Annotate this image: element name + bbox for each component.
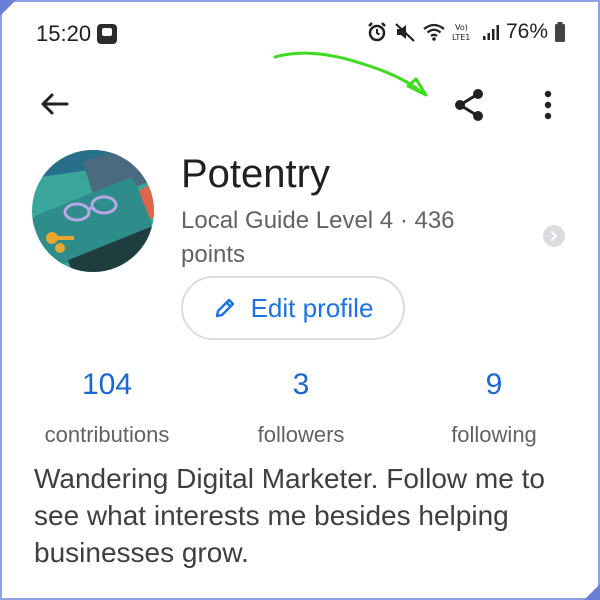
edit-profile-label: Edit profile <box>250 292 374 323</box>
chevron-right-icon <box>551 231 558 241</box>
avatar[interactable] <box>32 150 154 272</box>
corner-marker-bottom-right <box>584 584 600 600</box>
alarm-icon <box>366 21 388 43</box>
volte-icon: Vo) LTE1 <box>452 21 476 43</box>
share-button[interactable] <box>446 82 492 128</box>
stat-value: 9 <box>485 368 503 401</box>
stat-label: following <box>451 422 537 447</box>
guide-level-chevron-button[interactable] <box>543 225 565 247</box>
back-button[interactable] <box>34 86 74 122</box>
corner-marker-top-left <box>0 0 16 16</box>
signal-icon <box>482 23 500 41</box>
more-vert-icon <box>544 90 552 120</box>
notification-icon <box>97 24 117 44</box>
share-icon <box>455 89 483 121</box>
svg-text:LTE1: LTE1 <box>452 33 470 42</box>
local-guide-level[interactable]: Local Guide Level 4 · 436 points <box>181 204 511 272</box>
profile-name: Potentry <box>181 152 330 196</box>
stat-following[interactable]: 9 following <box>404 368 584 448</box>
stat-label: contributions <box>44 422 170 447</box>
svg-text:Vo): Vo) <box>455 23 468 32</box>
battery-percentage: 76% <box>505 20 548 43</box>
stat-label: followers <box>257 422 345 447</box>
stat-value: 3 <box>292 368 310 401</box>
pencil-icon <box>215 298 234 318</box>
edit-profile-button[interactable]: Edit profile <box>181 276 405 340</box>
status-time: 15:20 <box>36 21 92 46</box>
battery-icon <box>554 21 566 43</box>
stat-contributions[interactable]: 104 contributions <box>17 368 197 448</box>
more-options-button[interactable] <box>530 82 566 128</box>
wifi-icon <box>422 22 446 42</box>
mute-icon <box>394 21 416 43</box>
stat-followers[interactable]: 3 followers <box>211 368 391 448</box>
profile-bio: Wandering Digital Marketer. Follow me to… <box>34 463 545 568</box>
stat-value: 104 <box>81 368 133 401</box>
app-bar <box>0 78 600 128</box>
arrow-left-icon <box>41 93 69 115</box>
status-icons: Vo) LTE1 76% <box>366 20 566 44</box>
